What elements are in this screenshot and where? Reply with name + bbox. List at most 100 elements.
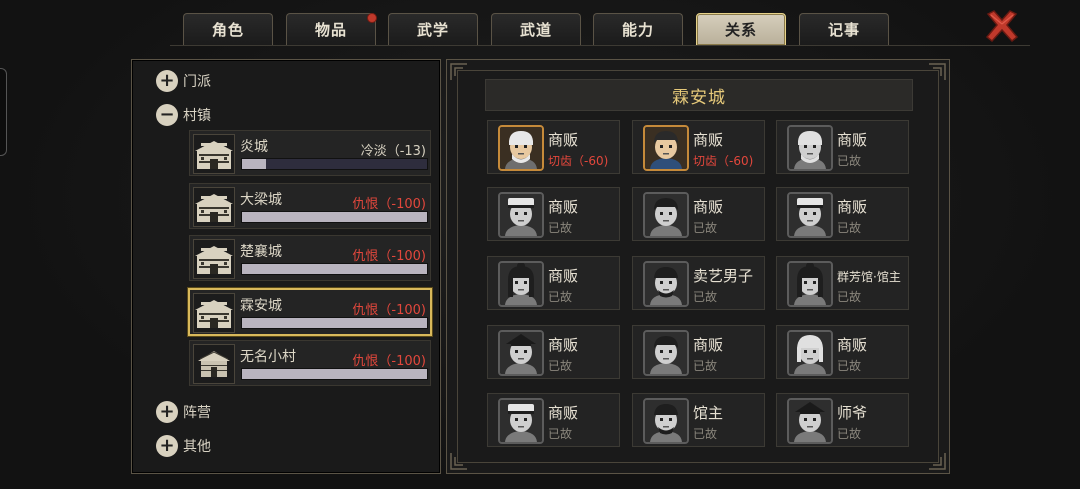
npc-status: 已故 xyxy=(693,221,718,235)
expand-plus-icon[interactable]: + xyxy=(156,401,178,423)
tab-character[interactable]: 角色 xyxy=(183,13,273,45)
close-button[interactable] xyxy=(984,8,1020,44)
npc-card[interactable]: 商贩 切齿（-60) xyxy=(487,120,620,174)
npc-card[interactable]: 师爷 已故 xyxy=(776,393,909,447)
town-title: 霖安城 xyxy=(485,79,913,111)
tab-label: 关系 xyxy=(724,21,757,39)
group-other[interactable]: + 其他 xyxy=(156,435,211,457)
npc-card[interactable]: 商贩 已故 xyxy=(632,187,765,241)
collapse-minus-icon[interactable]: − xyxy=(156,104,178,126)
tab-journal[interactable]: 记事 xyxy=(799,13,889,45)
npc-name: 商贩 xyxy=(837,336,868,354)
town-name: 无名小村 xyxy=(240,349,296,365)
town-relation-status: 仇恨（-100) xyxy=(352,249,426,264)
npc-name: 馆主 xyxy=(693,404,724,422)
tab-abilities[interactable]: 能力 xyxy=(593,13,683,45)
npc-portrait xyxy=(787,125,833,171)
group-camp[interactable]: + 阵营 xyxy=(156,401,211,423)
npc-name: 群芳馆·馆主 xyxy=(837,270,901,284)
relation-bar xyxy=(241,316,428,329)
npc-status: 已故 xyxy=(548,359,573,373)
npc-card[interactable]: 商贩 已故 xyxy=(632,325,765,379)
town-name: 炎城 xyxy=(240,139,268,155)
npc-portrait xyxy=(787,398,833,444)
npc-portrait xyxy=(498,261,544,307)
npc-status: 已故 xyxy=(837,221,862,235)
expand-plus-icon[interactable]: + xyxy=(156,70,178,92)
relation-bar-fill xyxy=(242,317,427,328)
npc-status: 已故 xyxy=(548,221,573,235)
tab-martial-way[interactable]: 武道 xyxy=(491,13,581,45)
npc-card[interactable]: 商贩 已故 xyxy=(776,325,909,379)
npc-grid-panel: 霖安城 商贩 切齿（-60) 商贩 切齿（-60) 商贩 已故 商贩 已故 商贩… xyxy=(446,59,950,474)
npc-name: 商贩 xyxy=(693,131,724,149)
group-label: 村镇 xyxy=(183,108,211,124)
relation-bar xyxy=(241,263,428,275)
group-sect[interactable]: + 门派 xyxy=(156,70,211,92)
town-relation-status: 冷淡（-13) xyxy=(360,144,426,159)
npc-status: 切齿（-60) xyxy=(693,154,754,168)
faction-list-panel: + 门派 − 村镇 炎城 冷淡（-13) 大梁城 仇恨（-100) 楚襄城 仇恨 xyxy=(131,59,441,474)
town-name: 霖安城 xyxy=(240,297,282,314)
npc-card[interactable]: 馆主 已故 xyxy=(632,393,765,447)
npc-card[interactable]: 商贩 已故 xyxy=(487,393,620,447)
npc-card[interactable]: 商贩 已故 xyxy=(776,187,909,241)
tab-martial-arts[interactable]: 武学 xyxy=(388,13,478,45)
npc-status: 已故 xyxy=(693,359,718,373)
relation-bar xyxy=(241,368,428,380)
corner-ornament-icon xyxy=(450,63,467,80)
town-row[interactable]: 大梁城 仇恨（-100) xyxy=(189,182,431,229)
group-label: 门派 xyxy=(183,74,211,90)
town-row[interactable]: 楚襄城 仇恨（-100) xyxy=(189,235,431,281)
npc-status: 已故 xyxy=(548,427,573,441)
corner-ornament-icon xyxy=(450,453,467,470)
town-row[interactable]: 炎城 冷淡（-13) xyxy=(189,130,431,176)
npc-status: 已故 xyxy=(837,154,862,168)
npc-card[interactable]: 商贩 已故 xyxy=(487,325,620,379)
tab-label: 能力 xyxy=(621,21,654,39)
npc-portrait xyxy=(643,261,689,307)
npc-status: 已故 xyxy=(837,427,862,441)
tab-label: 武道 xyxy=(519,21,552,39)
town-name: 大梁城 xyxy=(240,191,282,208)
npc-card[interactable]: 商贩 已故 xyxy=(487,187,620,241)
npc-portrait xyxy=(643,192,689,238)
relation-bar-fill xyxy=(242,264,427,274)
group-village[interactable]: − 村镇 xyxy=(156,104,211,126)
side-drawer-handle[interactable] xyxy=(0,68,7,156)
tab-relationships[interactable]: 关系 xyxy=(696,13,786,46)
npc-status: 已故 xyxy=(837,359,862,373)
town-gate-icon xyxy=(193,186,235,227)
relation-bar-fill xyxy=(242,159,267,169)
npc-portrait xyxy=(787,330,833,376)
npc-card[interactable]: 商贩 已故 xyxy=(487,256,620,310)
tab-underline xyxy=(170,45,1030,46)
relationship-screen: 角色 物品 武学 武道 能力 关系 记事 + 门派 − 村镇 炎城 冷淡（-13… xyxy=(0,0,1080,489)
npc-name: 商贩 xyxy=(548,198,579,216)
npc-name: 商贩 xyxy=(693,336,724,354)
town-relation-status: 仇恨（-100) xyxy=(352,196,426,212)
town-gate-icon xyxy=(193,292,235,333)
town-gate-icon xyxy=(193,239,235,279)
town-row[interactable]: 无名小村 仇恨（-100) xyxy=(189,340,431,386)
npc-portrait xyxy=(643,125,689,171)
tab-items[interactable]: 物品 xyxy=(286,13,377,45)
npc-card[interactable]: 卖艺男子 已故 xyxy=(632,256,765,310)
npc-name: 商贩 xyxy=(548,404,579,422)
group-label: 阵营 xyxy=(183,405,211,421)
npc-status: 已故 xyxy=(693,290,718,304)
expand-plus-icon[interactable]: + xyxy=(156,435,178,457)
village-hut-icon xyxy=(193,344,235,384)
group-label: 其他 xyxy=(183,439,211,455)
npc-name: 商贩 xyxy=(548,131,579,149)
npc-card[interactable]: 商贩 已故 xyxy=(776,120,909,174)
npc-portrait xyxy=(498,330,544,376)
town-row[interactable]: 霖安城 仇恨（-100) xyxy=(188,287,432,336)
npc-card[interactable]: 商贩 切齿（-60) xyxy=(632,120,765,174)
npc-card[interactable]: 群芳馆·馆主 已故 xyxy=(776,256,909,310)
npc-status: 已故 xyxy=(548,290,573,304)
tab-label: 武学 xyxy=(416,21,449,39)
corner-ornament-icon xyxy=(929,453,946,470)
relation-bar-fill xyxy=(242,369,427,379)
npc-status: 已故 xyxy=(837,290,862,304)
